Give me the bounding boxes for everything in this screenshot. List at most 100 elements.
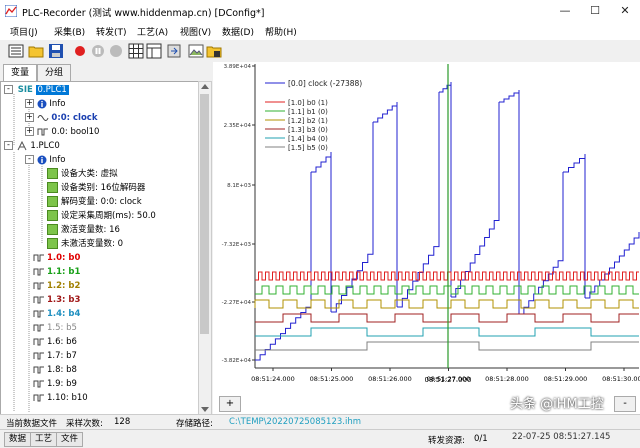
tree-node-bit[interactable]: 1.8: b8: [33, 364, 77, 377]
tree-node-bit[interactable]: 1.0: b0: [33, 252, 80, 265]
y-tick-label: 8.1E+03: [227, 183, 251, 189]
tree-node-bool10[interactable]: + 0.0: bool10: [25, 126, 99, 139]
tree-node-plc1-label: 0.PLC1: [35, 85, 69, 95]
collapse-icon[interactable]: -: [25, 155, 34, 164]
path-value[interactable]: C:\TEMP\20220725085123.ihm: [229, 417, 361, 427]
minimize-button[interactable]: —: [550, 0, 580, 22]
tree-node-bit[interactable]: 1.1: b1: [33, 266, 80, 279]
tree-node-bit[interactable]: 1.5: b5: [33, 322, 77, 335]
digital-wave-icon: [33, 394, 44, 401]
folder-settings-icon[interactable]: [206, 43, 222, 59]
grid-icon[interactable]: [128, 43, 144, 59]
expand-icon[interactable]: +: [25, 113, 34, 122]
expand-icon[interactable]: +: [25, 127, 34, 136]
bit-label: 1.4: b4: [47, 309, 81, 319]
green-square-icon: [47, 238, 58, 249]
bit-label: 1.10: b10: [47, 393, 88, 403]
tree-node-bit[interactable]: 1.4: b4: [33, 308, 80, 321]
clock-series-line: [255, 302, 312, 361]
open-folder-icon[interactable]: [28, 43, 44, 59]
menu-view[interactable]: 视图(V): [180, 25, 211, 38]
siemens-prefix: SIE: [17, 85, 33, 95]
tree-scrollbar[interactable]: [198, 81, 212, 416]
scroll-thumb[interactable]: [200, 94, 209, 334]
tab-variables[interactable]: 变量: [3, 64, 37, 82]
scroll-up-arrow[interactable]: [201, 84, 209, 89]
menu-acquire[interactable]: 采集(B): [54, 25, 85, 38]
layout-icon[interactable]: [146, 43, 162, 59]
tab-groups[interactable]: 分组: [37, 64, 71, 82]
legend-label: [1.0] b0 (1): [288, 99, 328, 107]
picture-icon[interactable]: [188, 43, 204, 59]
green-square-icon: [47, 168, 58, 179]
tree-node-clock[interactable]: + 0:0: clock: [25, 112, 97, 125]
bit-label: 1.1: b1: [47, 267, 81, 277]
collapse-icon[interactable]: -: [4, 141, 13, 150]
tree-node-bit[interactable]: 1.3: b3: [33, 294, 80, 307]
bit-series-line: [255, 285, 639, 295]
detail-label: 设备大类: 虚拟: [61, 169, 118, 179]
tree-node-info0[interactable]: + Info: [25, 98, 66, 111]
menu-forward[interactable]: 转发(T): [96, 25, 127, 38]
legend-label: [1.4] b4 (0): [288, 135, 328, 143]
clock-series-line: [439, 82, 452, 93]
y-tick-label: -3.82E+04: [222, 358, 252, 364]
green-square-icon: [47, 210, 58, 221]
detail-item: 激活变量数: 16: [47, 224, 120, 237]
tree-node-bit[interactable]: 1.7: b7: [33, 350, 77, 363]
x-tick-label: 08:51:26.000: [368, 375, 412, 383]
zoom-out-button[interactable]: -: [614, 396, 636, 412]
zoom-in-button[interactable]: +: [219, 396, 241, 412]
variable-tree: - SIE 0.PLC1 + Info + 0:0: clock + 0.0: …: [0, 81, 199, 416]
tree-node-plc0[interactable]: - 1.PLC0: [4, 140, 60, 153]
green-square-icon: [47, 224, 58, 235]
pause-icon[interactable]: [90, 43, 106, 59]
stop-icon[interactable]: [108, 43, 124, 59]
export-icon[interactable]: [166, 43, 182, 59]
digital-wave-icon: [33, 380, 44, 387]
tree-node-bit[interactable]: 1.6: b6: [33, 336, 77, 349]
close-button[interactable]: ✕: [610, 0, 640, 22]
tree-node-bit[interactable]: 1.9: b9: [33, 378, 77, 391]
maximize-button[interactable]: ☐: [580, 0, 610, 22]
process-button[interactable]: 工艺: [30, 432, 58, 447]
x-tick-label: 08:51:24.000: [251, 375, 295, 383]
file-button[interactable]: 文件: [56, 432, 84, 447]
scroll-down-arrow[interactable]: [201, 407, 209, 412]
info-icon: [37, 99, 47, 108]
data-button[interactable]: 数据: [4, 432, 32, 447]
legend-label: [0.0] clock (-27388): [288, 79, 362, 88]
menu-data[interactable]: 数据(D): [222, 25, 254, 38]
menu-process[interactable]: 工艺(A): [137, 25, 168, 38]
tree-node-clock-label: 0:0: clock: [51, 113, 98, 123]
save-icon[interactable]: [48, 43, 64, 59]
record-icon[interactable]: [72, 43, 88, 59]
analog-wave-icon: [37, 114, 49, 121]
digital-wave-icon: [33, 296, 44, 303]
green-square-icon: [47, 196, 58, 207]
digital-wave-icon: [33, 352, 44, 359]
menu-help[interactable]: 帮助(H): [265, 25, 297, 38]
detail-label: 设备类别: 16位解码器: [61, 183, 146, 193]
status-bar-top: 当前数据文件 采样次数: 128 存储路径: C:\TEMP\202207250…: [0, 414, 640, 429]
tree-node-bit[interactable]: 1.2: b2: [33, 280, 80, 293]
menu-project[interactable]: 项目(J): [10, 25, 38, 38]
watermark: 头条 @iHM工控: [510, 397, 604, 412]
trend-chart[interactable]: 3.89E+04 2.35E+04 8.1E+03 -7.32E+03 -2.27E+0…: [213, 62, 640, 414]
tree-view-icon[interactable]: [8, 43, 24, 59]
y-tick-label: -7.32E+03: [222, 242, 252, 248]
menu-bar: 项目(J) 采集(B) 转发(T) 工艺(A) 视图(V) 数据(D) 帮助(H…: [0, 22, 640, 40]
detail-item: 设备类别: 16位解码器: [47, 182, 145, 195]
detail-item: 设备大类: 虚拟: [47, 168, 118, 181]
tree-node-bit[interactable]: 1.10: b10: [33, 392, 88, 405]
collapse-icon[interactable]: -: [4, 85, 13, 94]
title-bar: PLC-Recorder (测试 www.hiddenmap.cn) [DCon…: [0, 0, 640, 22]
forward-resource-label: 转发资源:: [428, 436, 465, 446]
bit-label: 1.5: b5: [47, 323, 77, 333]
detail-item: 未激活变量数: 0: [47, 238, 123, 251]
samples-label: 采样次数:: [66, 419, 103, 429]
tree-node-plc1[interactable]: - SIE 0.PLC1: [4, 84, 69, 97]
tree-node-info1[interactable]: - Info: [25, 154, 66, 167]
expand-icon[interactable]: +: [25, 99, 34, 108]
bit-label: 1.9: b9: [47, 379, 77, 389]
